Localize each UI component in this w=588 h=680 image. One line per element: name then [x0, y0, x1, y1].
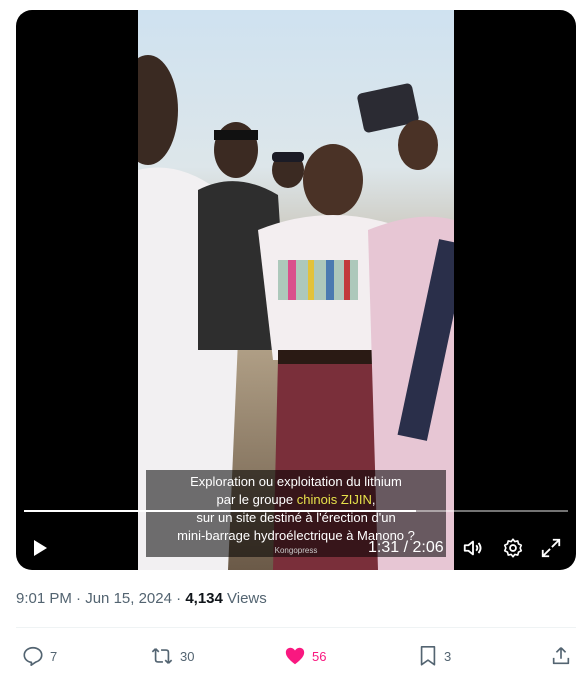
repost-button[interactable]: 30 — [150, 642, 194, 670]
subtitle-line-2-prefix: par le groupe — [216, 492, 297, 507]
repost-icon — [151, 648, 173, 664]
subtitle-line-2-suffix: , — [371, 492, 376, 507]
meta-separator-2: · — [171, 590, 186, 607]
reply-button[interactable]: 7 — [22, 642, 57, 670]
subtitle-highlight: chinois ZIJIN — [296, 492, 372, 507]
settings-button[interactable] — [502, 536, 524, 560]
share-button[interactable] — [550, 642, 578, 670]
fullscreen-button[interactable] — [540, 536, 562, 560]
play-icon — [34, 540, 47, 556]
volume-icon — [463, 540, 482, 556]
reply-count: 7 — [50, 648, 58, 664]
subtitle-line-1: Exploration ou exploitation du lithium — [190, 474, 402, 489]
meta-separator: · — [71, 590, 86, 607]
bookmark-count: 3 — [444, 648, 452, 664]
video-progress-fill — [24, 510, 416, 512]
divider — [16, 627, 576, 628]
video-player[interactable]: Exploration ou exploitation du lithium p… — [16, 10, 576, 570]
play-button[interactable] — [30, 536, 50, 560]
reply-icon — [23, 646, 43, 666]
volume-button[interactable] — [462, 536, 484, 560]
video-progress-bar[interactable] — [24, 510, 568, 512]
tweet-time[interactable]: 9:01 PM — [16, 590, 72, 607]
like-count: 56 — [312, 648, 327, 664]
tweet-date[interactable]: Jun 15, 2024 — [85, 590, 172, 607]
like-button[interactable]: 56 — [284, 642, 326, 670]
bookmark-icon — [420, 646, 436, 666]
share-icon — [552, 647, 570, 665]
views-count: 4,134 — [185, 590, 223, 607]
bookmark-button[interactable]: 3 — [418, 642, 451, 670]
subtitle-line-2: par le groupe chinois ZIJIN, — [146, 491, 446, 509]
video-time-display: 1:31 / 2:06 — [368, 539, 444, 556]
heart-icon — [285, 647, 305, 665]
settings-gear-icon — [503, 538, 523, 558]
tweet-metadata: 9:01 PM · Jun 15, 2024 · 4,134 Views — [16, 590, 267, 607]
views-label: Views — [222, 590, 267, 607]
fullscreen-icon — [541, 538, 561, 558]
repost-count: 30 — [180, 648, 195, 664]
